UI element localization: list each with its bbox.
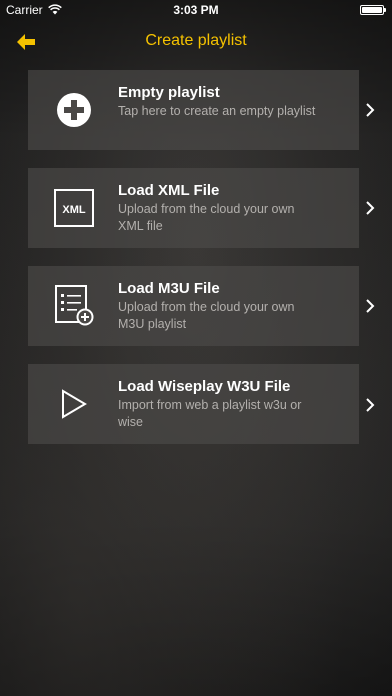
option-title: Load XML File [118, 182, 220, 199]
option-description: Import from web a playlist w3u or wise [118, 398, 302, 429]
xml-icon-label: XML [62, 204, 86, 216]
status-time: 3:03 PM [173, 3, 219, 17]
xml-file-icon: XML [48, 186, 100, 230]
chevron-right-icon [366, 398, 375, 412]
page-title: Create playlist [145, 32, 247, 49]
option-title: Load Wiseplay W3U File [118, 378, 291, 395]
navigation-bar: Create playlist [0, 20, 392, 64]
option-description: Tap here to create an empty playlist [118, 104, 316, 118]
add-circle-icon [48, 88, 100, 132]
option-description: Upload from the cloud your own XML file [118, 202, 295, 233]
empty-playlist-option[interactable]: Empty playlist Tap here to create an emp… [28, 70, 359, 150]
load-xml-option[interactable]: XML Load XML File Upload from the cloud … [28, 168, 359, 248]
chevron-right-icon [366, 201, 375, 215]
load-wiseplay-option[interactable]: Load Wiseplay W3U File Import from web a… [28, 364, 359, 444]
chevron-right-icon [366, 103, 375, 117]
status-bar: Carrier 3:03 PM [0, 0, 392, 20]
option-title: Load M3U File [118, 280, 220, 297]
battery-icon [360, 5, 386, 15]
option-description: Upload from the cloud your own M3U playl… [118, 300, 295, 331]
load-m3u-option[interactable]: Load M3U File Upload from the cloud your… [28, 266, 359, 346]
list-add-icon [48, 284, 100, 328]
play-icon [48, 382, 100, 426]
chevron-right-icon [366, 299, 375, 313]
option-title: Empty playlist [118, 84, 220, 101]
